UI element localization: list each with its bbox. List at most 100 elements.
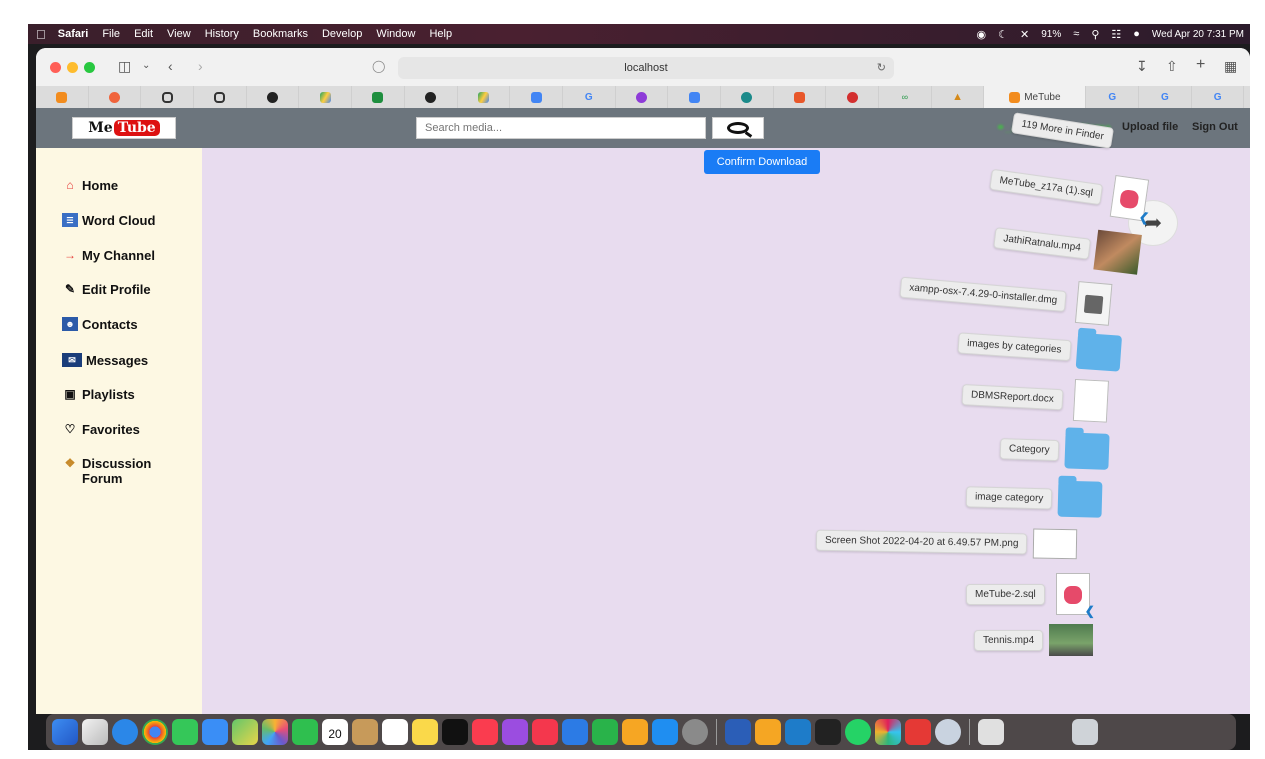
tab-12[interactable] [616,86,669,108]
forward-icon[interactable]: › [198,58,203,74]
menu-app-safari[interactable]: Safari [58,28,89,40]
messages-app-icon[interactable] [172,719,198,745]
tab-21[interactable]: G [1139,86,1192,108]
address-bar[interactable]: localhost ↻ [398,57,894,79]
download-item[interactable]: xampp-osx-7.4.29-0-installer.dmg [899,267,1118,326]
tab-5[interactable] [247,86,300,108]
control-center-icon[interactable]: ☷ [1111,28,1121,41]
search-button[interactable] [712,117,764,139]
menu-file[interactable]: File [102,28,120,40]
launchpad-icon[interactable] [82,719,108,745]
sidebar-item-contacts[interactable]: ☻ Contacts [62,317,192,332]
contacts-app-icon[interactable] [352,719,378,745]
whatsapp-icon[interactable] [845,719,871,745]
sidebar-item-favorites[interactable]: ♡ Favorites [62,422,192,437]
menu-edit[interactable]: Edit [134,28,153,40]
maps-icon[interactable] [232,719,258,745]
battery-percent[interactable]: 91% [1041,29,1061,40]
zoom-window-button[interactable] [84,62,95,73]
tab-13[interactable] [668,86,721,108]
tab-11[interactable]: G [563,86,616,108]
minimize-window-button[interactable] [67,62,78,73]
menu-history[interactable]: History [205,28,239,40]
menubar-clock[interactable]: Wed Apr 20 7:31 PM [1152,29,1244,40]
numbers-icon[interactable] [592,719,618,745]
terminal-icon[interactable] [815,719,841,745]
download-item[interactable]: JathiRatnalu.mp4 [992,217,1142,275]
menu-develop[interactable]: Develop [322,28,362,40]
system-preferences-icon[interactable] [682,719,708,745]
bluetooth-icon[interactable]: ✕ [1020,28,1029,41]
finder-icon[interactable] [52,719,78,745]
tab-overview-icon[interactable]: ▦ [1224,58,1237,75]
apple-icon[interactable]:  [36,27,46,42]
tab-16[interactable] [826,86,879,108]
search-input[interactable] [416,117,706,139]
privacy-shield-icon[interactable]: ◯ [372,59,385,73]
trash-icon[interactable] [1072,719,1098,745]
download-item[interactable]: Category [999,428,1110,472]
chevron-down-icon[interactable]: ⌄ [142,60,150,71]
sidebar-item-word-cloud[interactable]: ☰ Word Cloud [62,213,192,228]
tab-6[interactable] [299,86,353,108]
reminders-icon[interactable] [382,719,408,745]
tab-15[interactable] [774,86,827,108]
download-item[interactable]: Tennis.mp4 [974,620,1094,660]
notes-icon[interactable] [412,719,438,745]
facetime-icon[interactable] [292,719,318,745]
sidebar-item-playlists[interactable]: ▣ Playlists [62,387,192,402]
tab-22[interactable]: G [1192,86,1245,108]
calendar-icon[interactable]: 20 [322,719,348,745]
tab-7[interactable] [352,86,405,108]
news-icon[interactable] [532,719,558,745]
pdf-icon[interactable] [905,719,931,745]
photos-icon[interactable] [262,719,288,745]
tab-1[interactable] [36,86,89,108]
books-icon[interactable] [755,719,781,745]
tab-3[interactable] [141,86,195,108]
download-item[interactable]: MeTube_z17a (1).sql ❮ [988,159,1154,225]
keynote-icon[interactable] [562,719,588,745]
pages-icon[interactable] [622,719,648,745]
minimized-windows-icon[interactable] [1008,719,1068,745]
disk-utility-icon[interactable] [935,719,961,745]
siri-icon[interactable]: ● [1133,28,1140,40]
tab-4[interactable] [194,86,247,108]
mail-icon[interactable] [202,719,228,745]
menu-help[interactable]: Help [429,28,452,40]
confirm-download-button[interactable]: Confirm Download [704,150,820,174]
tab-8[interactable] [405,86,458,108]
tab-18[interactable]: ▲ [932,86,985,108]
tab-20[interactable]: G [1086,86,1140,108]
sidebar-item-edit-profile[interactable]: ✎ Edit Profile [62,282,192,297]
sidebar-item-messages[interactable]: ✉ Messages [62,353,192,368]
sidebar-item-home[interactable]: ⌂ Home [62,178,192,193]
download-item[interactable]: Screen Shot 2022-04-20 at 6.49.57 PM.png [815,520,1078,565]
tab-2[interactable] [89,86,142,108]
app-store-icon[interactable] [652,719,678,745]
downloads-stack-icon[interactable] [978,719,1004,745]
status-app-icon[interactable]: ◉ [977,28,987,41]
new-tab-icon[interactable]: + [1196,56,1205,74]
sidebar-item-discussion-forum[interactable]: ❖ Discussion Forum [62,456,192,486]
menu-bookmarks[interactable]: Bookmarks [253,28,308,40]
reload-icon[interactable]: ↻ [877,57,886,79]
sign-out-link[interactable]: Sign Out [1192,121,1238,133]
share-icon[interactable]: ⇧ [1166,58,1178,75]
safari-icon[interactable] [112,719,138,745]
metube-logo[interactable]: Me Tube [72,117,176,139]
spotlight-icon[interactable]: ⚲ [1091,28,1099,41]
download-item[interactable]: MeTube-2.sql ❮ [966,573,1095,618]
tab-17[interactable]: ∞ [879,86,932,108]
word-icon[interactable] [725,719,751,745]
downloads-icon[interactable]: ↧ [1136,58,1148,75]
podcasts-icon[interactable] [502,719,528,745]
download-item[interactable]: image category [965,476,1103,520]
music-icon[interactable] [472,719,498,745]
menu-view[interactable]: View [167,28,191,40]
chrome-icon[interactable] [142,719,168,745]
tab-metube[interactable]: MeTube [984,86,1087,108]
download-item[interactable]: images by categories [957,322,1122,373]
sidebar-item-my-channel[interactable]: → My Channel [62,248,192,263]
sidebar-toggle-icon[interactable]: ◫ [118,58,131,75]
